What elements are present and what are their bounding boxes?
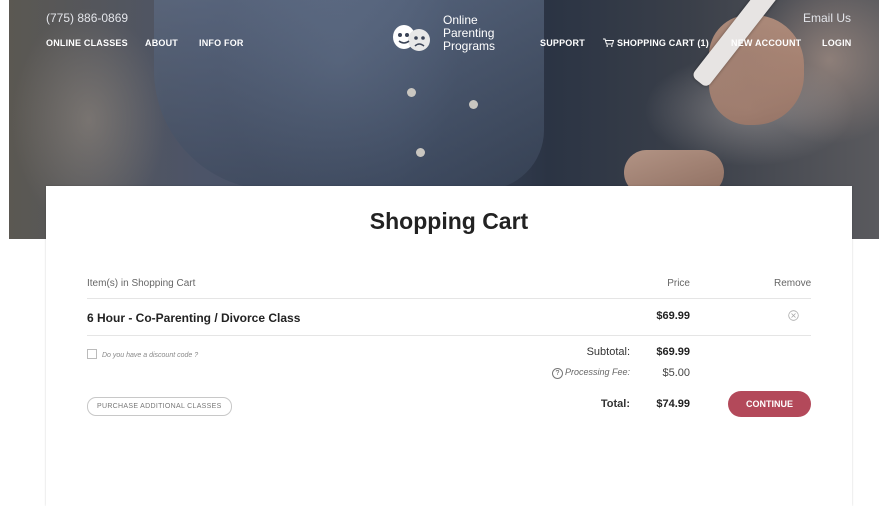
shirt-button (469, 100, 478, 109)
total-value: $74.99 (656, 398, 690, 410)
divider (87, 335, 811, 336)
phone-number[interactable]: (775) 886-0869 (46, 11, 128, 25)
help-icon[interactable]: ? (551, 368, 563, 379)
cart-icon (603, 38, 614, 47)
page-title: Shopping Cart (369, 208, 529, 234)
discount-prompt: Do you have a discount code ? (102, 352, 199, 359)
subtotal-value: $69.99 (656, 346, 690, 358)
site-logo[interactable]: Online Parenting Programs (391, 14, 511, 58)
nav-shopping-cart-label: SHOPPING CART (617, 38, 695, 48)
nav-login[interactable]: LOGIN (822, 38, 852, 48)
discount-checkbox[interactable] (87, 349, 97, 359)
items-column-header: Item(s) in Shopping Cart (87, 278, 196, 289)
remove-column-header: Remove (774, 278, 812, 289)
processing-fee-value: $5.00 (662, 367, 690, 379)
shirt-button (416, 148, 425, 157)
logo-text: Online Parenting Programs (443, 14, 495, 53)
theater-masks-icon (393, 25, 430, 51)
hand-shape (709, 15, 804, 125)
cart-item-price: $69.99 (656, 310, 690, 322)
total-label: Total: (600, 398, 630, 410)
divider (87, 298, 811, 299)
cart-item-name: 6 Hour - Co-Parenting / Divorce Class (87, 311, 301, 325)
logo-line: Programs (443, 39, 496, 53)
discount-code-toggle[interactable]: Do you have a discount code ? (87, 349, 198, 359)
subtotal-label: Subtotal: (586, 346, 630, 358)
purchase-additional-classes-button[interactable]: PURCHASE ADDITIONAL CLASSES (87, 397, 232, 416)
nav-support[interactable]: SUPPORT (540, 38, 585, 48)
nav-new-account[interactable]: NEW ACCOUNT (731, 38, 801, 48)
nav-about[interactable]: ABOUT (145, 38, 178, 48)
nav-online-classes[interactable]: ONLINE CLASSES (46, 38, 128, 48)
nav-shopping-cart[interactable]: SHOPPING CART (1) (603, 38, 709, 48)
continue-button[interactable]: CONTINUE (728, 391, 811, 417)
shirt-button (407, 88, 416, 97)
price-column-header: Price (667, 278, 690, 289)
email-us-link[interactable]: Email Us (803, 11, 851, 25)
processing-fee-row: ? Processing Fee: (510, 366, 630, 379)
cart-panel: Shopping Cart Item(s) in Shopping Cart P… (46, 186, 852, 506)
remove-item-icon[interactable] (788, 310, 799, 321)
nav-info-for[interactable]: INFO FOR (199, 38, 244, 48)
cart-count: (1) (697, 38, 709, 48)
